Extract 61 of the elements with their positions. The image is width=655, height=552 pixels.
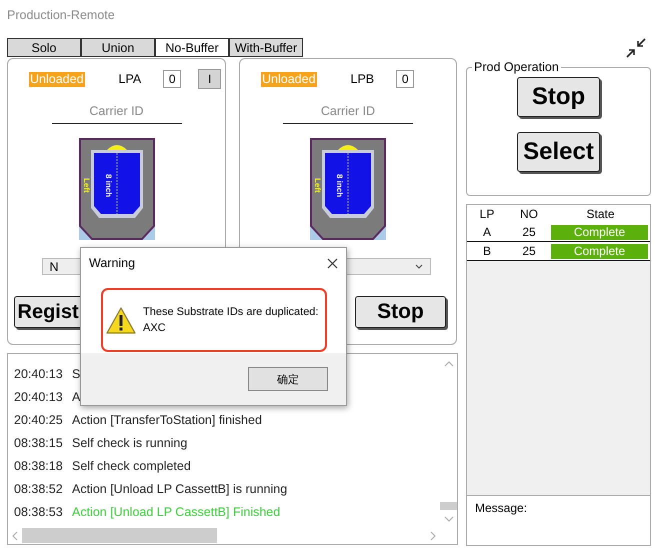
ok-button[interactable]: 确定: [248, 367, 328, 391]
count-field: 0: [163, 70, 182, 88]
table-cell-text: A: [482, 225, 492, 239]
scroll-left-icon[interactable]: [12, 530, 18, 540]
state-cell: Complete: [551, 244, 648, 258]
log-time: 20:40:13: [14, 366, 64, 382]
scroll-thumb[interactable]: [440, 502, 457, 510]
dialog-message: These Substrate IDs are duplicated:: [143, 305, 318, 320]
resize-icon[interactable]: [625, 37, 647, 59]
side-label: Left: [82, 178, 90, 193]
table-cell-text: B: [482, 244, 492, 258]
log-time: 20:40:25: [14, 412, 64, 428]
log-message: Action [Unload LP CassettB] is running: [72, 480, 288, 498]
tab[interactable]: Union: [81, 38, 155, 57]
group-title: Prod Operation: [472, 60, 561, 74]
status-label: Unloaded: [29, 72, 85, 86]
log-message: Action [TransferToStation] finished: [72, 412, 263, 428]
log-time: 08:38:18: [14, 458, 64, 474]
log-time: 08:38:15: [14, 434, 64, 452]
table-cell-text: 25: [521, 225, 537, 239]
wafer-size-label: 8 inch: [104, 174, 112, 198]
dialog-title: Warning: [89, 256, 136, 270]
message-label: Message:: [475, 501, 528, 515]
table-cell-text: 25: [521, 244, 537, 258]
operation-button[interactable]: Select: [517, 132, 600, 172]
dropdown-value: N: [50, 260, 59, 274]
log-message: Self check completed: [72, 458, 192, 474]
scroll-right-icon[interactable]: [430, 530, 436, 540]
operation-button[interactable]: Stop: [517, 77, 600, 117]
chevron-icon: [414, 264, 422, 269]
log-time: 08:38:53: [14, 504, 64, 520]
dialog-message: AXC: [143, 321, 167, 336]
log-time: 20:40:13: [14, 388, 64, 406]
carrier-id-field[interactable]: Carrier ID: [52, 104, 182, 124]
tab[interactable]: Solo: [7, 38, 81, 57]
scroll-up-icon[interactable]: [444, 361, 454, 367]
column-header: State: [585, 207, 616, 221]
port-name: LPB: [350, 72, 374, 86]
status-label: Unloaded: [261, 72, 317, 86]
column-header: LP: [478, 207, 496, 221]
log-time: 08:38:52: [14, 480, 64, 498]
wafer-size-label: 8 inch: [335, 174, 344, 198]
scroll-down-icon[interactable]: [444, 516, 454, 522]
count-field: 0: [396, 70, 414, 88]
state-cell: Complete: [551, 224, 648, 240]
column-header: NO: [519, 207, 539, 221]
log-message: Self check is running: [72, 434, 188, 452]
tab[interactable]: No-Buffer: [155, 38, 229, 57]
scroll-thumb[interactable]: [22, 528, 217, 543]
port-name: LPA: [118, 72, 142, 86]
close-icon[interactable]: [327, 258, 338, 268]
carrier-id-field[interactable]: Carrier ID: [283, 104, 413, 124]
log-message: Action [Unload LP CassettB] Finished: [72, 504, 282, 520]
log-message: S: [72, 366, 82, 382]
action-button[interactable]: Stop: [355, 296, 446, 328]
side-label: Left: [313, 178, 322, 193]
toggle-button[interactable]: I: [198, 69, 222, 89]
warning-icon: [106, 306, 136, 334]
window-title: Production-Remote: [7, 8, 115, 22]
log-message: A: [72, 388, 82, 406]
tab[interactable]: With-Buffer: [229, 38, 303, 57]
